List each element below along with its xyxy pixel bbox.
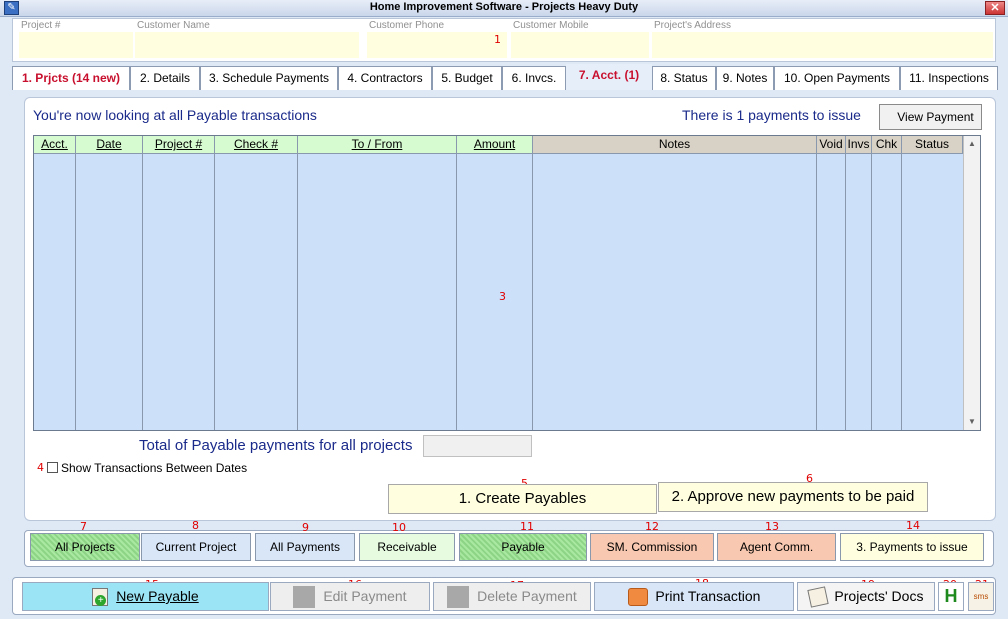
- projects-docs-label: Projects' Docs: [834, 588, 924, 604]
- documents-icon: [806, 586, 829, 608]
- marker-8: 8: [192, 519, 199, 532]
- grid-scrollbar[interactable]: ▲ ▼: [963, 136, 980, 430]
- customer-mobile-field[interactable]: Customer Mobile: [509, 19, 651, 61]
- print-transaction-label: Print Transaction: [655, 588, 761, 604]
- filter-agent-commission[interactable]: Agent Comm.: [717, 533, 836, 561]
- filter-receivable[interactable]: Receivable: [359, 533, 455, 561]
- filter-all-payments[interactable]: All Payments: [255, 533, 355, 561]
- payments-to-issue-text: There is 1 payments to issue: [682, 107, 861, 123]
- project-number-label: Project #: [21, 20, 61, 31]
- tab-details[interactable]: 2. Details: [130, 66, 200, 90]
- project-header: Project # Customer Name Customer Phone C…: [12, 18, 996, 62]
- marker-13: 13: [765, 520, 779, 533]
- scroll-down-icon[interactable]: ▼: [964, 414, 980, 430]
- tab-accounting[interactable]: 7. Acct. (1): [566, 64, 652, 90]
- marker-14: 14: [906, 519, 920, 532]
- create-payables-button[interactable]: 1. Create Payables: [388, 484, 657, 514]
- total-label: Total of Payable payments for all projec…: [139, 437, 413, 454]
- col-header-notes[interactable]: Notes: [533, 136, 817, 154]
- edit-payment-button[interactable]: Edit Payment: [270, 582, 430, 611]
- new-payable-button[interactable]: + New Payable: [22, 582, 269, 611]
- col-header-acct[interactable]: Acct.: [34, 136, 76, 154]
- marker-4: 4: [37, 461, 44, 474]
- customer-phone-label: Customer Phone: [369, 20, 445, 31]
- filter-current-project[interactable]: Current Project: [141, 533, 251, 561]
- project-address-field[interactable]: Project's Address: [650, 19, 995, 61]
- delete-payment-label: Delete Payment: [477, 588, 577, 604]
- payable-transactions-grid[interactable]: Acct. Date Project # Check # To / From A…: [33, 135, 981, 431]
- help-button[interactable]: H: [938, 582, 964, 611]
- tab-contractors[interactable]: 4. Contractors: [338, 66, 432, 90]
- customer-name-field[interactable]: Customer Name: [133, 19, 361, 61]
- project-address-label: Project's Address: [654, 20, 731, 31]
- marker-1: 1: [494, 33, 501, 46]
- sms-button[interactable]: sms: [968, 582, 994, 611]
- new-payable-label: New Payable: [116, 588, 199, 604]
- tab-inspections[interactable]: 11. Inspections: [900, 66, 998, 90]
- marker-7: 7: [80, 520, 87, 533]
- tab-open-payments[interactable]: 10. Open Payments: [774, 66, 900, 90]
- show-dates-checkbox[interactable]: [47, 462, 58, 473]
- marker-12: 12: [645, 520, 659, 533]
- title-bar: Home Improvement Software - Projects Hea…: [0, 0, 1008, 17]
- filter-sm-commission[interactable]: SM. Commission: [590, 533, 714, 561]
- tab-status[interactable]: 8. Status: [652, 66, 716, 90]
- customer-mobile-label: Customer Mobile: [513, 20, 589, 31]
- viewing-text: You're now looking at all Payable transa…: [33, 107, 317, 123]
- marker-11: 11: [520, 520, 534, 533]
- app-icon[interactable]: ✎: [4, 1, 19, 15]
- customer-name-label: Customer Name: [137, 20, 210, 31]
- marker-3: 3: [499, 290, 506, 303]
- window-title: Home Improvement Software - Projects Hea…: [369, 1, 639, 13]
- col-header-chk[interactable]: Chk: [872, 136, 902, 154]
- col-header-status[interactable]: Status: [902, 136, 963, 154]
- projects-docs-button[interactable]: Projects' Docs: [797, 582, 935, 611]
- edit-payment-label: Edit Payment: [323, 588, 407, 604]
- approve-payments-button[interactable]: 2. Approve new payments to be paid: [658, 482, 928, 512]
- tab-bar: 1. Prjcts (14 new) 2. Details 3. Schedul…: [12, 64, 998, 90]
- customer-phone-field[interactable]: Customer Phone: [365, 19, 509, 61]
- filter-all-projects[interactable]: All Projects: [30, 533, 140, 561]
- col-header-date[interactable]: Date: [76, 136, 143, 154]
- delete-payment-button[interactable]: Delete Payment: [433, 582, 591, 611]
- print-transaction-button[interactable]: Print Transaction: [594, 582, 794, 611]
- tab-invoices[interactable]: 6. Invcs.: [502, 66, 566, 90]
- sms-icon: sms: [973, 592, 989, 601]
- tab-schedule-payments[interactable]: 3. Schedule Payments: [200, 66, 338, 90]
- tab-budget[interactable]: 5. Budget: [432, 66, 502, 90]
- delete-icon: [447, 586, 470, 609]
- tab-projects[interactable]: 1. Prjcts (14 new): [12, 66, 130, 90]
- col-header-project[interactable]: Project #: [143, 136, 215, 154]
- printer-icon: [627, 588, 648, 607]
- total-value: [423, 435, 532, 457]
- filter-payable[interactable]: Payable: [459, 533, 587, 561]
- view-payment-button[interactable]: View Payment: [879, 104, 982, 130]
- col-header-check[interactable]: Check #: [215, 136, 298, 154]
- filter-payments-to-issue[interactable]: 3. Payments to issue: [840, 533, 984, 561]
- add-document-icon: +: [92, 588, 109, 607]
- close-icon[interactable]: ✕: [985, 1, 1005, 15]
- col-header-invs[interactable]: Invs: [846, 136, 872, 154]
- edit-icon: [293, 586, 316, 609]
- col-header-void[interactable]: Void: [817, 136, 846, 154]
- project-number-field[interactable]: Project #: [17, 19, 135, 61]
- tab-notes[interactable]: 9. Notes: [716, 66, 774, 90]
- col-header-amount[interactable]: Amount: [457, 136, 533, 154]
- scroll-up-icon[interactable]: ▲: [964, 136, 980, 152]
- col-header-to-from[interactable]: To / From: [298, 136, 457, 154]
- show-dates-label[interactable]: Show Transactions Between Dates: [61, 461, 247, 475]
